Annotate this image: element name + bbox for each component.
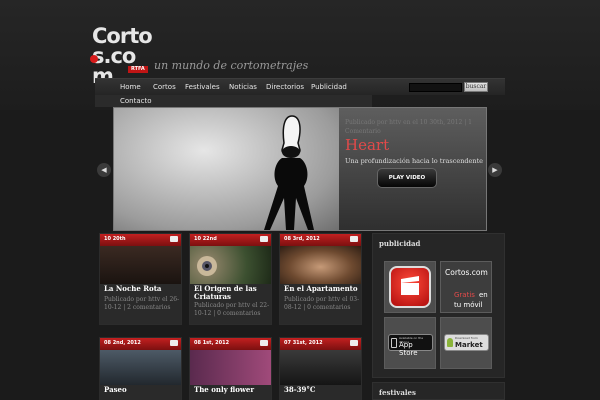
app-free-label: Gratis <box>454 291 475 299</box>
post-card[interactable]: 08 1st, 2012 The only flower <box>189 337 272 400</box>
post-thumbnail[interactable] <box>100 246 181 284</box>
app-store-label: App Store <box>399 341 418 357</box>
camera-icon <box>350 236 358 242</box>
post-card-header: 08 2nd, 2012 <box>100 338 181 350</box>
nav-publicidad[interactable]: Publicidad <box>311 81 347 93</box>
post-card-body: The only flower <box>190 385 271 400</box>
clapperboard-icon <box>389 266 431 308</box>
post-meta: Publicado por httv el 26- <box>104 296 180 303</box>
post-date: 08 3rd, 2012 <box>284 236 320 242</box>
post-date: 08 1st, 2012 <box>194 340 230 346</box>
camera-icon <box>170 236 178 242</box>
nav-festivales[interactable]: Festivales <box>185 81 220 93</box>
post-meta-comments[interactable]: 08-12 | 0 comentarios <box>284 304 362 312</box>
app-icon-tile[interactable] <box>384 261 436 313</box>
post-card-header: 08 3rd, 2012 <box>280 234 361 246</box>
logo-badge: RTFA <box>128 66 148 73</box>
post-card-header: 10 20th <box>100 234 181 246</box>
post-title[interactable]: Paseo <box>104 386 182 394</box>
app-name: Cortos.com <box>445 268 488 277</box>
nav-second-row: Contacto <box>95 95 372 107</box>
post-card-body: El Origen de las Criaturas Publicado por… <box>190 284 271 324</box>
android-icon <box>447 338 453 347</box>
publicidad-widget: publicidad Cortos.com Gratis en tu móvil… <box>372 233 505 378</box>
post-title[interactable]: The only flower <box>194 386 272 394</box>
featured-meta: Publicado por httv en el 10 30th, 2012 |… <box>345 119 472 135</box>
post-title[interactable]: La Noche Rota <box>104 285 182 293</box>
post-card-body: 38-39°C <box>280 385 361 400</box>
iphone-icon <box>391 338 397 348</box>
post-card[interactable]: 10 22nd El Origen de las Criaturas Publi… <box>189 233 272 325</box>
creature-figure <box>197 256 217 276</box>
slider-prev-button[interactable]: ◀ <box>97 163 111 177</box>
search-button[interactable]: buscar <box>464 82 488 92</box>
market-badge[interactable]: Download from Market <box>444 334 489 351</box>
post-date: 10 20th <box>104 236 126 242</box>
app-free-en: en <box>479 291 488 299</box>
slider-next-button[interactable]: ▶ <box>488 163 502 177</box>
festivales-title: festivales <box>379 388 416 397</box>
featured-description: Una profundización hacia lo trascendente <box>345 157 484 165</box>
post-date: 07 31st, 2012 <box>284 340 323 346</box>
featured-slider: Publicado por httv en el 10 30th, 2012 |… <box>113 107 487 231</box>
logo-text: Cortos.com <box>92 24 153 88</box>
festivales-widget: festivales <box>372 382 505 400</box>
post-card-header: 08 1st, 2012 <box>190 338 271 350</box>
post-thumbnail[interactable] <box>190 350 271 385</box>
post-card-header: 07 31st, 2012 <box>280 338 361 350</box>
market-small: Download from <box>455 336 478 340</box>
post-title[interactable]: El Origen de las Criaturas <box>194 285 272 301</box>
android-market-tile[interactable]: Download from Market <box>440 317 492 369</box>
post-card-header: 10 22nd <box>190 234 271 246</box>
post-thumbnail[interactable] <box>190 246 271 284</box>
post-card[interactable]: 08 3rd, 2012 En el Apartamento Publicado… <box>279 233 362 325</box>
post-meta-comments[interactable]: 10-12 | 2 comentarios <box>104 304 182 312</box>
nav-directorios[interactable]: Directorios <box>266 81 304 93</box>
post-meta-comments[interactable]: 10-12 | 0 comentarios <box>194 310 272 318</box>
featured-title[interactable]: Heart <box>345 136 389 154</box>
search-input[interactable] <box>409 83 462 92</box>
site-tagline: un mundo de cortometrajes <box>154 59 309 72</box>
nav-home[interactable]: Home <box>120 81 141 93</box>
post-date: 10 22nd <box>194 236 217 242</box>
app-store-tile[interactable]: Available on the iPhone App Store <box>384 317 436 369</box>
post-card[interactable]: 10 20th La Noche Rota Publicado por httv… <box>99 233 182 325</box>
post-thumbnail[interactable] <box>280 246 361 284</box>
post-date: 08 2nd, 2012 <box>104 340 141 346</box>
app-promo-tile[interactable]: Cortos.com Gratis en tu móvil <box>440 261 492 313</box>
play-video-button[interactable]: PLAY VIDEO <box>377 168 437 188</box>
camera-icon <box>350 340 358 346</box>
post-meta: Publicado por httv el 03- <box>284 296 360 303</box>
post-card-body: Paseo <box>100 385 181 400</box>
nav-contacto[interactable]: Contacto <box>120 96 152 106</box>
app-free-movil: tu móvil <box>454 301 483 309</box>
post-thumbnail[interactable] <box>100 350 181 385</box>
post-card-body: La Noche Rota Publicado por httv el 26- … <box>100 284 181 324</box>
nav-noticias[interactable]: Noticias <box>229 81 257 93</box>
post-card[interactable]: 08 2nd, 2012 Paseo <box>99 337 182 400</box>
camera-icon <box>260 236 268 242</box>
logo-dot-icon <box>90 55 98 63</box>
post-title[interactable]: En el Apartamento <box>284 285 362 293</box>
post-card[interactable]: 07 31st, 2012 38-39°C <box>279 337 362 400</box>
post-meta: Publicado por httv el 22- <box>194 302 270 309</box>
camera-icon <box>170 340 178 346</box>
post-title[interactable]: 38-39°C <box>284 386 362 394</box>
site-logo[interactable]: Cortos.com RTFA <box>90 26 156 87</box>
featured-image[interactable] <box>114 108 339 230</box>
camera-icon <box>260 340 268 346</box>
post-thumbnail[interactable] <box>280 350 361 385</box>
app-store-badge[interactable]: Available on the iPhone App Store <box>388 334 433 357</box>
featured-info: Publicado por httv en el 10 30th, 2012 |… <box>339 108 486 230</box>
nav-cortos[interactable]: Cortos <box>153 81 176 93</box>
market-label: Market <box>455 341 483 349</box>
post-card-body: En el Apartamento Publicado por httv el … <box>280 284 361 324</box>
publicidad-title: publicidad <box>379 239 421 248</box>
featured-figure <box>264 115 314 230</box>
